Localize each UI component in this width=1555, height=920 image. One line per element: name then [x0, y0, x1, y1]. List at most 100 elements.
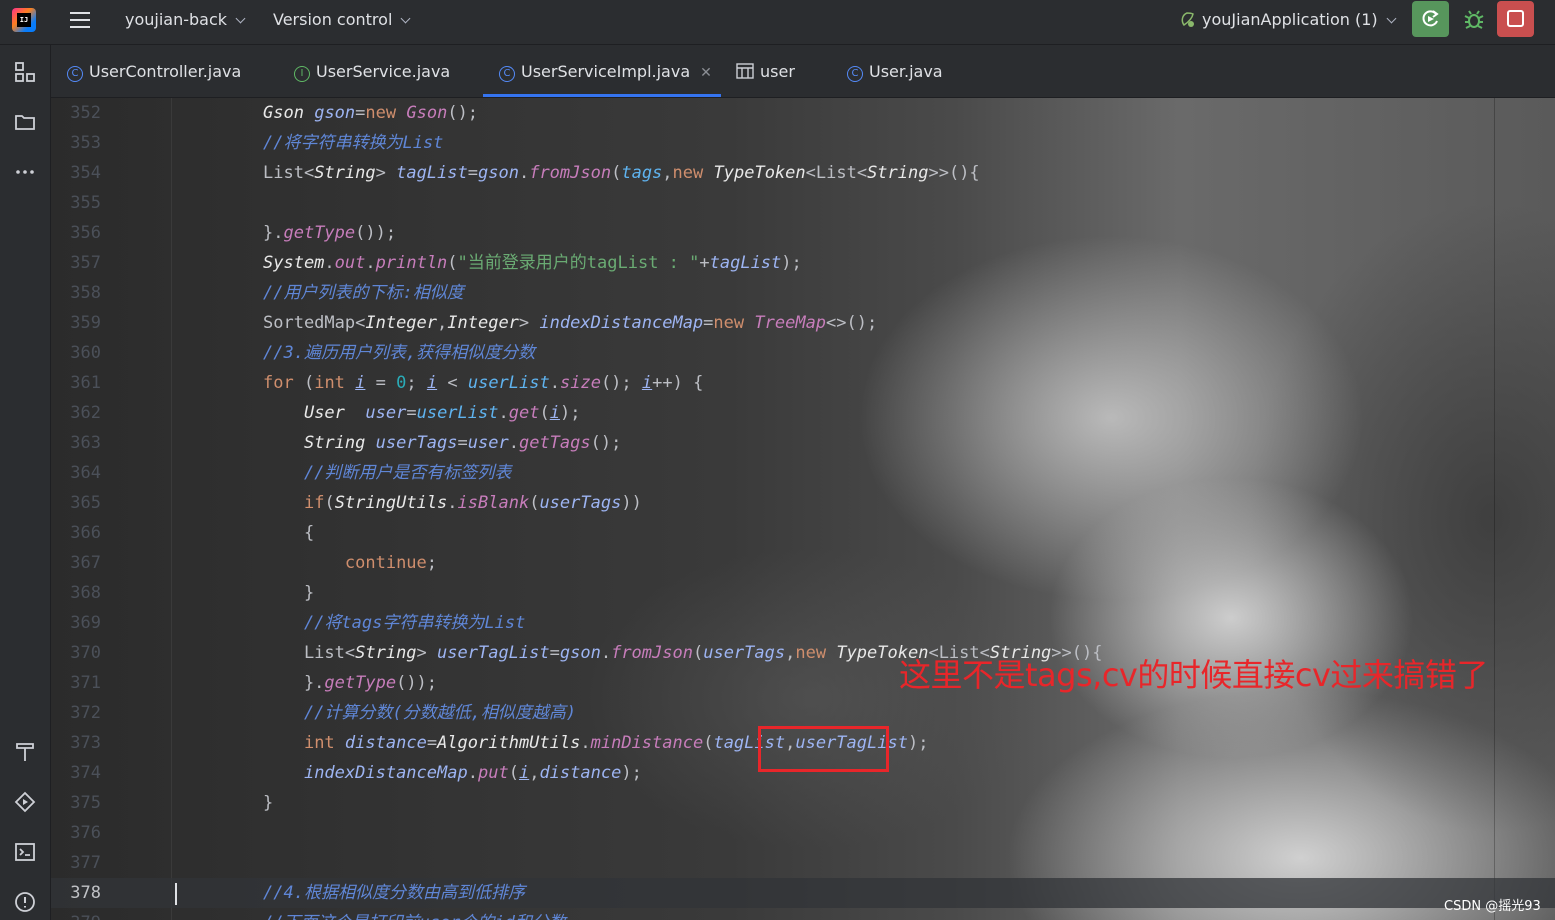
run-config-label: youJianApplication (1)	[1202, 10, 1378, 29]
code-text: User user=userList.get(i);	[303, 403, 581, 423]
line-number: 355	[70, 193, 101, 213]
rerun-button[interactable]	[1412, 1, 1449, 37]
tab-user-table[interactable]: user	[736, 45, 795, 97]
line-number: 372	[70, 703, 101, 723]
vcs-label: Version control	[273, 10, 393, 29]
terminal-icon[interactable]	[13, 840, 37, 864]
tool-window-bar	[0, 45, 51, 920]
code-text: SortedMap<Integer,Integer> indexDistance…	[263, 313, 878, 333]
editor-tabs: C UserController.java I UserService.java C…	[51, 45, 1555, 98]
code-line[interactable]: 376	[51, 818, 1555, 848]
tab-label: User.java	[869, 62, 943, 81]
line-number: 362	[70, 403, 101, 423]
line-number: 359	[70, 313, 101, 333]
code-line[interactable]: 377	[51, 848, 1555, 878]
line-number: 373	[70, 733, 101, 753]
code-line[interactable]: 365 if(StringUtils.isBlank(userTags))	[51, 488, 1555, 518]
folder-icon[interactable]	[13, 110, 37, 134]
line-number: 358	[70, 283, 101, 303]
tab-label: UserController.java	[89, 62, 242, 81]
code-line[interactable]: 359 SortedMap<Integer,Integer> indexDista…	[51, 308, 1555, 338]
code-line[interactable]: 356 }.getType());	[51, 218, 1555, 248]
code-line[interactable]: 360 //3.遍历用户列表,获得相似度分数	[51, 338, 1555, 368]
code-line[interactable]: 355	[51, 188, 1555, 218]
intellij-logo-icon[interactable]: IJ	[12, 8, 36, 32]
line-number: 357	[70, 253, 101, 273]
class-icon: C	[499, 66, 515, 82]
close-tab-icon[interactable]: ✕	[700, 65, 712, 81]
line-number: 356	[70, 223, 101, 243]
code-text: List<String> tagList=gson.fromJson(tags,…	[263, 163, 980, 183]
line-number: 352	[70, 103, 101, 123]
problems-icon[interactable]	[13, 890, 37, 914]
line-number: 368	[70, 583, 101, 603]
code-text: indexDistanceMap.put(i,distance);	[303, 763, 642, 783]
code-text: //计算分数(分数越低,相似度越高)	[303, 703, 577, 723]
code-line[interactable]: 362 User user=userList.get(i);	[51, 398, 1555, 428]
code-line[interactable]: 352 Gson gson=new Gson();	[51, 98, 1555, 128]
line-number: 370	[70, 643, 101, 663]
class-icon: C	[67, 66, 83, 82]
more-icon[interactable]	[13, 160, 37, 184]
code-text: //3.遍历用户列表,获得相似度分数	[263, 343, 536, 363]
project-selector[interactable]: youjian-back	[125, 0, 246, 40]
code-line[interactable]: 363 String userTags=user.getTags();	[51, 428, 1555, 458]
line-number: 353	[70, 133, 101, 153]
code-text: }.getType());	[263, 223, 397, 243]
code-text: //4.根据相似度分数由高到低排序	[263, 883, 525, 903]
annotation-text: 这里不是tags,cv的时候直接cv过来搞错了	[899, 656, 1488, 694]
project-structure-icon[interactable]	[13, 60, 37, 84]
code-text: continue;	[344, 553, 438, 573]
line-number: 374	[70, 763, 101, 783]
chevron-down-icon	[235, 13, 246, 24]
chevron-down-icon	[400, 13, 411, 24]
code-line[interactable]: 372 //计算分数(分数越低,相似度越高)	[51, 698, 1555, 728]
spring-boot-icon	[1181, 11, 1194, 27]
code-text: if(StringUtils.isBlank(userTags))	[303, 493, 642, 513]
code-line[interactable]: 375}	[51, 788, 1555, 818]
highlight-box	[758, 726, 889, 772]
code-text: //将字符串转换为List	[263, 133, 444, 153]
run-config-selector[interactable]: youJianApplication (1)	[1178, 0, 1397, 40]
line-number: 366	[70, 523, 101, 543]
line-number: 363	[70, 433, 101, 453]
line-number: 365	[70, 493, 101, 513]
tab-userserviceimpl[interactable]: C UserServiceImpl.java ✕	[483, 45, 721, 97]
build-hammer-icon[interactable]	[13, 740, 37, 764]
class-icon: C	[847, 66, 863, 82]
line-number: 377	[70, 853, 101, 873]
tab-user-java[interactable]: C User.java	[847, 45, 943, 97]
line-number: 360	[70, 343, 101, 363]
code-line[interactable]: 354 List<String> tagList=gson.fromJson(ta…	[51, 158, 1555, 188]
main-menu-icon[interactable]	[70, 12, 90, 28]
interface-icon: I	[294, 66, 310, 82]
debug-button[interactable]	[1462, 8, 1486, 36]
tab-label: UserServiceImpl.java	[521, 62, 691, 81]
services-icon[interactable]	[13, 790, 37, 814]
code-line[interactable]: 364 //判断用户是否有标签列表	[51, 458, 1555, 488]
watermark: CSDN @摇光93	[1444, 899, 1541, 914]
code-line[interactable]: 358 //用户列表的下标:相似度	[51, 278, 1555, 308]
line-number: 354	[70, 163, 101, 183]
stop-button[interactable]	[1497, 1, 1534, 37]
code-text: //用户列表的下标:相似度	[263, 283, 464, 303]
code-line[interactable]: 361 for (int i = 0; i < userList.size(); …	[51, 368, 1555, 398]
code-line[interactable]: 357 System.out.println("当前登录用户的tagList : …	[51, 248, 1555, 278]
line-number: 378	[70, 883, 101, 903]
tab-userservice[interactable]: I UserService.java	[294, 45, 450, 97]
code-line[interactable]: 353 //将字符串转换为List	[51, 128, 1555, 158]
code-line[interactable]: 379 //下面这个是打印前user个的id和分数	[51, 908, 1555, 920]
vcs-selector[interactable]: Version control	[273, 0, 411, 40]
code-line[interactable]: 369 //将tags字符串转换为List	[51, 608, 1555, 638]
code-text: }.getType());	[263, 673, 438, 693]
tab-usercontroller[interactable]: C UserController.java	[67, 45, 241, 97]
code-line[interactable]: 368 }	[51, 578, 1555, 608]
code-text: for (int i = 0; i < userList.size(); i++…	[263, 373, 704, 393]
chevron-down-icon	[1386, 13, 1397, 24]
code-line[interactable]: 366 {	[51, 518, 1555, 548]
code-line[interactable]: 378 //4.根据相似度分数由高到低排序	[51, 878, 1555, 908]
code-line[interactable]: 367 continue;	[51, 548, 1555, 578]
title-bar: IJ youjian-back Version control youJianA…	[0, 0, 1555, 45]
code-editor[interactable]: 352 Gson gson=new Gson(); 353 //将字符串转换为List…	[51, 98, 1555, 920]
code-text: }	[263, 793, 274, 813]
